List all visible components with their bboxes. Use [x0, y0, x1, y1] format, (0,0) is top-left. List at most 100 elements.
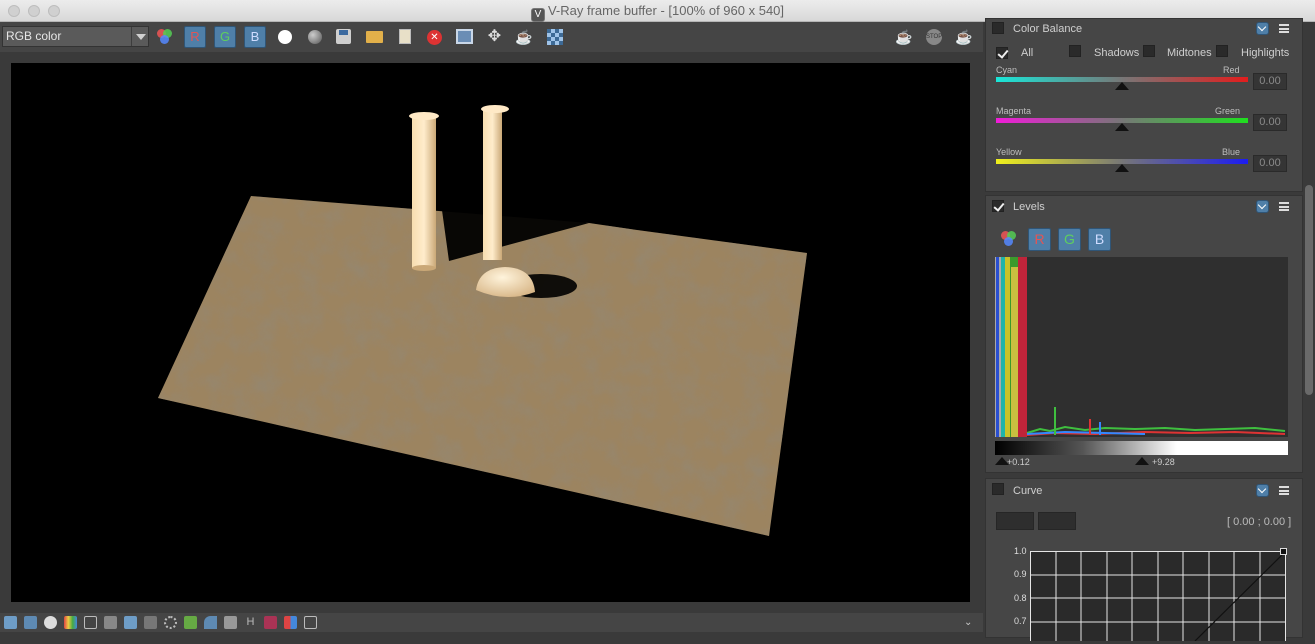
- checker-icon[interactable]: [547, 29, 563, 45]
- blue-channel-button[interactable]: B: [244, 26, 266, 48]
- compare-icon[interactable]: [264, 616, 277, 629]
- highlights-label: Highlights: [1241, 47, 1290, 59]
- ab-compare-icon[interactable]: [284, 616, 297, 629]
- levels-enable-checkbox[interactable]: [992, 200, 1004, 212]
- magenta-green-slider-thumb[interactable]: [1115, 123, 1129, 131]
- levels-channel-buttons: R G B: [986, 228, 1306, 252]
- render-last-teapot-icon[interactable]: ☕: [955, 29, 975, 45]
- alpha-white-icon[interactable]: [278, 30, 292, 44]
- curve-menu-icon[interactable]: [1279, 486, 1289, 495]
- curve-tick-1-0: 1.0: [1014, 546, 1027, 556]
- levels-min-value[interactable]: +0.12: [1007, 457, 1030, 467]
- window-title-text: V-Ray frame buffer - [100% of 960 x 540]: [547, 3, 785, 18]
- curve-load-button[interactable]: [996, 512, 1034, 530]
- render-teapot-icon[interactable]: ☕: [895, 29, 915, 45]
- floor-plane: [158, 196, 807, 536]
- magenta-green-value[interactable]: 0.00: [1253, 114, 1287, 131]
- levels-gradient: [995, 441, 1288, 455]
- exposure-icon[interactable]: [144, 616, 157, 629]
- curve-header: Curve: [986, 479, 1302, 499]
- expand-panel-icon[interactable]: ⌄: [964, 616, 977, 629]
- save-icon[interactable]: [336, 29, 351, 44]
- ocio-icon[interactable]: H: [244, 616, 257, 629]
- yellow-label: Yellow: [996, 147, 1022, 157]
- copy-to-max-icon[interactable]: [456, 29, 473, 44]
- toolbar: RGB color R G B ✕ ✥ ☕ ☕ STOP ☕: [0, 22, 983, 52]
- highlights-checkbox[interactable]: [1216, 45, 1228, 57]
- pillar-left: [409, 112, 439, 271]
- levels-red-button[interactable]: R: [1028, 228, 1051, 251]
- yellow-blue-slider-thumb[interactable]: [1115, 164, 1129, 172]
- track-mouse-icon[interactable]: ✥: [486, 28, 503, 45]
- monochrome-icon[interactable]: [308, 30, 322, 44]
- histogram-plot: [995, 257, 1286, 437]
- pixel-aspect-icon[interactable]: [304, 616, 317, 629]
- curve-control-point[interactable]: [1280, 548, 1287, 555]
- color-balance-collapse-icon[interactable]: [1256, 22, 1269, 35]
- curve-coords: [ 0.00 ; 0.00 ]: [1227, 516, 1292, 528]
- cyan-red-value[interactable]: 0.00: [1253, 73, 1287, 90]
- levels-green-button[interactable]: G: [1058, 228, 1081, 251]
- panel-scrollbar[interactable]: [1305, 185, 1313, 395]
- color-balance-menu-icon[interactable]: [1279, 24, 1289, 33]
- red-label: Red: [1223, 65, 1240, 75]
- all-checkbox[interactable]: [996, 47, 1008, 59]
- lut-icon[interactable]: [224, 616, 237, 629]
- levels-max-value[interactable]: +9.28: [1152, 457, 1175, 467]
- color-balance-section: Color Balance All Shadows Midtones Highl…: [985, 18, 1303, 192]
- cyan-red-slider-thumb[interactable]: [1115, 82, 1129, 90]
- channel-select[interactable]: RGB color: [2, 26, 149, 47]
- rgb-channels-icon[interactable]: [155, 26, 177, 48]
- shadows-checkbox[interactable]: [1069, 45, 1081, 57]
- clipboard-icon[interactable]: [399, 29, 411, 44]
- levels-section: Levels R G B +0.12 +9.28: [985, 195, 1303, 473]
- color-corrections-icon[interactable]: [64, 616, 77, 629]
- curve-graph: [1030, 550, 1287, 642]
- levels-title: Levels: [1013, 201, 1045, 213]
- curve-tool-icon[interactable]: [204, 616, 217, 629]
- color-balance-title: Color Balance: [1013, 23, 1083, 35]
- levels-blue-button[interactable]: B: [1088, 228, 1111, 251]
- levels-menu-icon[interactable]: [1279, 202, 1289, 211]
- levels-max-thumb[interactable]: [1135, 457, 1149, 465]
- curve-editor[interactable]: [1030, 548, 1287, 642]
- region-render-teapot-icon[interactable]: ☕: [515, 30, 534, 44]
- curve-title: Curve: [1013, 485, 1043, 497]
- stop-render-icon[interactable]: STOP: [926, 29, 942, 45]
- levels-collapse-icon[interactable]: [1256, 200, 1269, 213]
- color-balance-enable-checkbox[interactable]: [992, 22, 1004, 34]
- cyan-label: Cyan: [996, 65, 1018, 75]
- info-icon[interactable]: [44, 616, 57, 629]
- levels-icon[interactable]: [104, 616, 117, 629]
- midtones-checkbox[interactable]: [1143, 45, 1155, 57]
- chevron-down-icon[interactable]: [131, 27, 148, 46]
- render-image: [158, 105, 807, 536]
- display-panel-icon[interactable]: [4, 616, 17, 629]
- blue-label: Blue: [1222, 147, 1241, 157]
- clear-image-icon[interactable]: ✕: [427, 30, 442, 45]
- hsl-icon[interactable]: [84, 616, 97, 629]
- lens-effects-icon[interactable]: [164, 616, 177, 629]
- histogram: [995, 257, 1288, 437]
- background-image-icon[interactable]: [184, 616, 197, 629]
- curve-section: Curve [ 0.00 ; 0.00 ] 1.0 0.9 0.8 0.7: [985, 478, 1303, 642]
- all-label: All: [1021, 47, 1034, 59]
- curve-icon[interactable]: [124, 616, 137, 629]
- open-folder-icon[interactable]: [366, 31, 383, 43]
- green-label: Green: [1215, 106, 1241, 116]
- yellow-blue-value[interactable]: 0.00: [1253, 155, 1287, 172]
- curve-tick-0-7: 0.7: [1014, 616, 1027, 626]
- color-balance-header: Color Balance: [986, 19, 1302, 37]
- curve-tick-0-8: 0.8: [1014, 593, 1027, 603]
- render-viewport[interactable]: [11, 63, 970, 602]
- channel-select-value: RGB color: [6, 29, 62, 43]
- curve-collapse-icon[interactable]: [1256, 484, 1269, 497]
- curve-save-button[interactable]: [1038, 512, 1076, 530]
- status-bar: H ⌄: [0, 613, 983, 632]
- history-icon[interactable]: [24, 616, 37, 629]
- curve-tick-0-9: 0.9: [1014, 569, 1027, 579]
- shadows-label: Shadows: [1094, 47, 1140, 59]
- green-channel-button[interactable]: G: [214, 26, 236, 48]
- curve-enable-checkbox[interactable]: [992, 483, 1004, 495]
- red-channel-button[interactable]: R: [184, 26, 206, 48]
